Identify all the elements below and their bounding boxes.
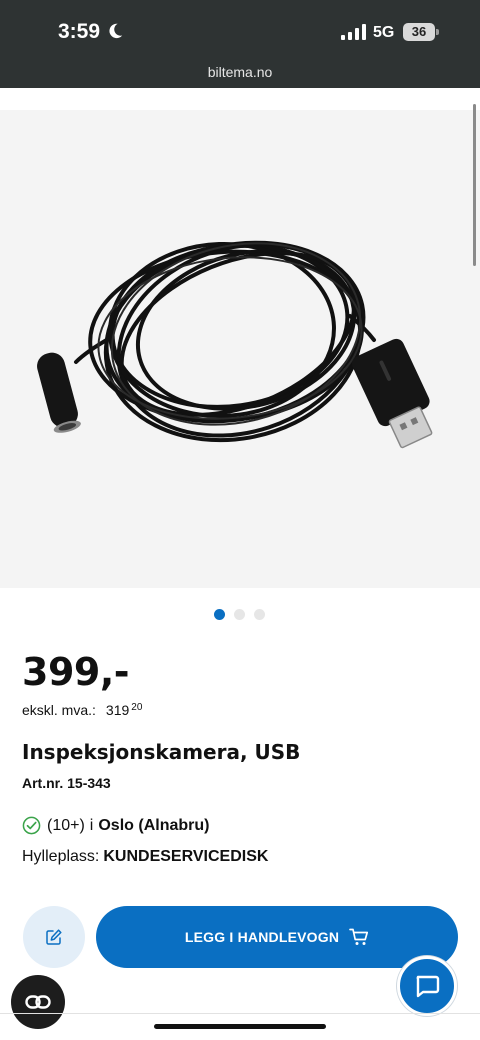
stock-prefix: i xyxy=(89,816,94,834)
battery-level: 36 xyxy=(403,23,435,41)
stock-count: (10+) xyxy=(47,816,85,834)
shelf-location: Hylleplass: KUNDESERVICEDISK xyxy=(22,848,268,866)
product-title: Inspeksjonskamera, USB xyxy=(22,740,301,764)
status-time: 3:59 xyxy=(58,20,101,43)
chat-bubble-icon xyxy=(416,975,440,998)
stock-store[interactable]: Oslo (Alnabru) xyxy=(98,817,209,835)
signal-bars-icon xyxy=(341,24,366,40)
link-icon xyxy=(25,995,51,1009)
page-scrollbar[interactable] xyxy=(473,104,476,266)
home-indicator[interactable] xyxy=(154,1024,326,1029)
shelf-label: Hylleplass: xyxy=(22,848,100,865)
check-circle-icon xyxy=(22,816,41,835)
gallery-dot-2[interactable] xyxy=(234,609,245,620)
vat-label: ekskl. mva.: xyxy=(22,702,96,718)
status-bar: 3:59 5G 36 biltema.no xyxy=(0,0,480,88)
product-image[interactable] xyxy=(0,110,480,588)
moon-icon xyxy=(109,23,123,39)
chat-button[interactable] xyxy=(397,956,457,1016)
price-ex-vat: ekskl. mva.: 319 20 xyxy=(22,702,142,718)
product-price: 399,- xyxy=(22,650,130,694)
add-to-cart-button[interactable]: LEGG I HANDLEVOGN xyxy=(96,906,458,968)
cart-icon xyxy=(349,928,369,945)
network-label: 5G xyxy=(373,24,395,41)
vat-value: 319 xyxy=(105,702,130,718)
gallery-dot-3[interactable] xyxy=(254,609,265,620)
vat-cents: 20 xyxy=(131,702,143,713)
edit-icon xyxy=(46,929,62,945)
article-number: Art.nr. 15-343 xyxy=(22,775,111,791)
bottom-divider xyxy=(0,1013,480,1014)
gallery-dot-1[interactable] xyxy=(214,609,225,620)
battery-icon: 36 xyxy=(403,23,439,41)
add-to-cart-label: LEGG I HANDLEVOGN xyxy=(184,929,340,945)
url-label[interactable]: biltema.no xyxy=(0,64,480,80)
usb-inspection-camera-image xyxy=(37,240,433,449)
link-button[interactable] xyxy=(11,975,65,1029)
store-stock[interactable]: (10+) i Oslo (Alnabru) xyxy=(22,816,209,835)
shelf-value: KUNDESERVICEDISK xyxy=(103,848,269,865)
edit-button[interactable] xyxy=(23,906,85,968)
